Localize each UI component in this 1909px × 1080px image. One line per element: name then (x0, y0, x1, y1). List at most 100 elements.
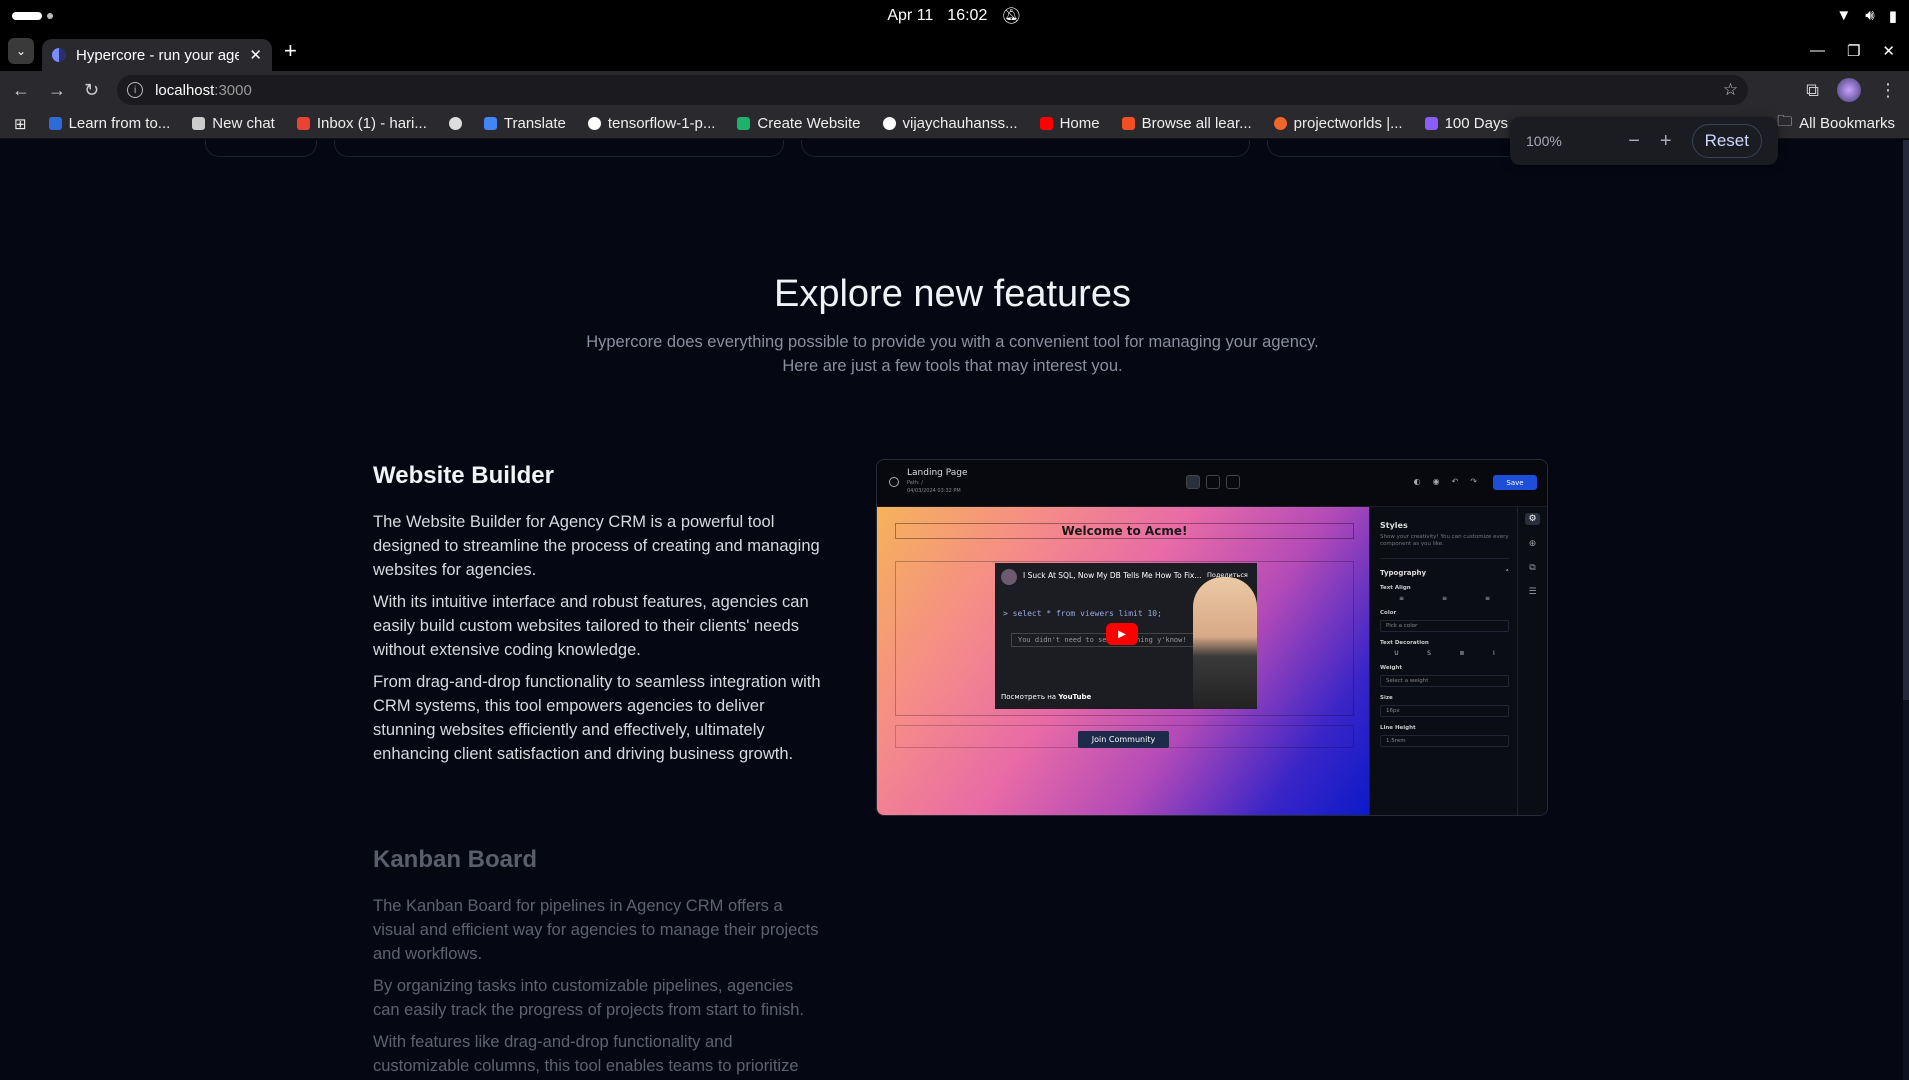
card-edge (801, 140, 1250, 157)
video-embed: I Suck At SQL, Now My DB Tells Me How To… (995, 563, 1257, 709)
microsoft-icon (1121, 117, 1135, 130)
welcome-heading: Welcome to Acme! (895, 523, 1354, 539)
youtube-watch: Посмотреть на YouTube (1001, 693, 1092, 701)
github-icon (587, 117, 601, 130)
menu-icon[interactable]: ⋮ (1879, 80, 1897, 101)
site-favicon-icon (52, 48, 66, 62)
zoom-reset-button[interactable]: Reset (1691, 124, 1762, 158)
bookmark-item[interactable]: Home (1039, 115, 1100, 132)
page-scrollbar[interactable] (1903, 140, 1909, 1080)
save-button: Save (1493, 475, 1537, 490)
feature-paragraph: With its intuitive interface and robust … (373, 593, 809, 659)
overline-icon: ≣ (1459, 650, 1465, 657)
bookmark-item[interactable]: vijaychauhanss... (882, 115, 1018, 132)
feature-kanban-board: Kanban Board The Kanban Board for pipeli… (373, 846, 823, 1080)
bookmark-item[interactable]: tensorflow-1-p... (587, 115, 715, 132)
zoom-in-button[interactable]: + (1660, 130, 1672, 153)
feature-paragraph: From drag-and-drop functionality to seam… (373, 673, 821, 763)
apps-grid-icon[interactable]: ⊞ (14, 115, 27, 133)
card-edge (334, 140, 784, 157)
profile-avatar[interactable] (1837, 78, 1861, 102)
close-window-icon[interactable]: ✕ (1882, 42, 1895, 60)
video-title: I Suck At SQL, Now My DB Tells Me How To… (1023, 571, 1202, 580)
back-icon[interactable]: ← (12, 80, 30, 101)
bookmark-item[interactable]: Create Website (737, 115, 861, 132)
url-text: localhost:3000 (155, 81, 252, 99)
tab-title: Hypercore - run your age (76, 46, 240, 64)
bookmark-item[interactable]: projectworlds |... (1273, 115, 1403, 132)
editor-top-bar: Landing Page Path: /04/03/2024 03:32 PM ◐… (877, 460, 1547, 507)
github-icon (882, 117, 896, 130)
desktop-icon (1186, 475, 1200, 489)
feature-paragraph: With features like drag-and-drop functio… (373, 1033, 799, 1075)
bookmark-item[interactable]: Translate (483, 115, 566, 132)
weight-label: Weight (1380, 665, 1402, 671)
align-right-icon: ≡ (1484, 595, 1491, 602)
back-icon (889, 477, 899, 487)
reload-icon[interactable]: ↻ (84, 80, 99, 101)
window-controls: — ❐ ✕ (1810, 42, 1901, 60)
database-icon: ☰ (1528, 587, 1537, 597)
bookmark-icon (1273, 117, 1287, 130)
text-decoration-label: Text Decoration (1380, 640, 1429, 646)
new-tab-button[interactable]: + (284, 38, 297, 64)
zoom-level: 100% (1526, 133, 1562, 149)
feature-paragraph: The Kanban Board for pipelines in Agency… (373, 897, 819, 963)
close-tab-icon[interactable]: ✕ (249, 46, 262, 64)
redo-icon: ↷ (1470, 477, 1477, 486)
bookmark-item[interactable] (448, 117, 462, 130)
bookmark-icon (1424, 117, 1438, 130)
bookmark-item[interactable]: Learn from to... (48, 115, 170, 132)
tab-search-button[interactable]: ⌄ (8, 38, 34, 64)
extensions-icon[interactable]: ⧉ (1806, 80, 1819, 101)
restore-icon[interactable]: ❐ (1847, 42, 1860, 60)
line-height-label: Line Height (1380, 725, 1416, 731)
bookmark-icon (296, 117, 310, 130)
italic-icon: I (1492, 650, 1495, 657)
wifi-icon: ▼ (1836, 7, 1852, 24)
size-label: Size (1380, 695, 1393, 701)
chevron-up-icon: ˄ (1505, 569, 1510, 577)
feature-website-builder: Website Builder The Website Builder for … (373, 462, 823, 774)
zoom-popup: 100% − + Reset (1510, 117, 1778, 165)
bookmark-item[interactable]: Browse all lear... (1121, 115, 1252, 132)
device-toggle (1186, 475, 1240, 489)
channel-avatar (1001, 569, 1017, 585)
clock[interactable]: Apr 11 16:02 🔕︎ (887, 6, 1021, 26)
site-info-icon[interactable]: i (127, 82, 144, 98)
align-buttons: ≡ ≡ ≡ (1380, 595, 1509, 602)
undo-icon: ↶ (1451, 477, 1459, 486)
bookmark-star-icon[interactable]: ☆ (1723, 80, 1738, 100)
bookmark-item[interactable]: Inbox (1) - hari... (296, 115, 427, 132)
bookmark-item[interactable]: New chat (192, 115, 275, 132)
volume-icon: 🔊︎ (1865, 7, 1875, 24)
feature-title: Kanban Board (373, 846, 538, 873)
globe-icon (448, 117, 462, 130)
scrollbar-thumb[interactable] (1903, 140, 1909, 700)
zoom-out-button[interactable]: − (1628, 130, 1640, 153)
forward-icon[interactable]: → (48, 80, 66, 101)
address-bar[interactable]: i localhost:3000 ☆ (117, 75, 1749, 105)
editor-sidebar: ⚙ ⊕ ⧉ ☰ (1517, 507, 1547, 815)
bookmark-icon (483, 117, 497, 130)
activities-indicator[interactable] (12, 11, 53, 20)
all-bookmarks[interactable]: 🗀︎ All Bookmarks (1777, 111, 1895, 136)
date-text: Apr 11 (887, 6, 934, 24)
section-title: Explore new features (774, 273, 1131, 315)
battery-icon: ▮ (1888, 7, 1897, 25)
active-tab[interactable]: Hypercore - run your age ✕ (42, 39, 272, 71)
settings-icon: ⚙ (1525, 513, 1540, 525)
text-align-label: Text Align (1380, 585, 1411, 591)
feature-paragraph: By organizing tasks into customizable pi… (373, 977, 805, 1019)
system-tray[interactable]: ▼ 🔊︎ ▮ (1836, 7, 1897, 25)
plus-circle-icon: ⊕ (1528, 539, 1537, 549)
styles-panel: Styles Show your creativity! You can cus… (1369, 507, 1519, 815)
page-content: Explore new features Hypercore does ever… (0, 140, 1909, 1080)
size-field: 16px (1380, 705, 1509, 717)
presenter-image (1193, 577, 1257, 709)
minimize-icon[interactable]: — (1810, 42, 1825, 60)
underline-icon: U (1394, 650, 1399, 657)
align-center-icon: ≡ (1441, 595, 1448, 602)
os-top-bar: Apr 11 16:02 🔕︎ ▼ 🔊︎ ▮ (0, 0, 1909, 31)
tablet-icon (1206, 475, 1220, 489)
